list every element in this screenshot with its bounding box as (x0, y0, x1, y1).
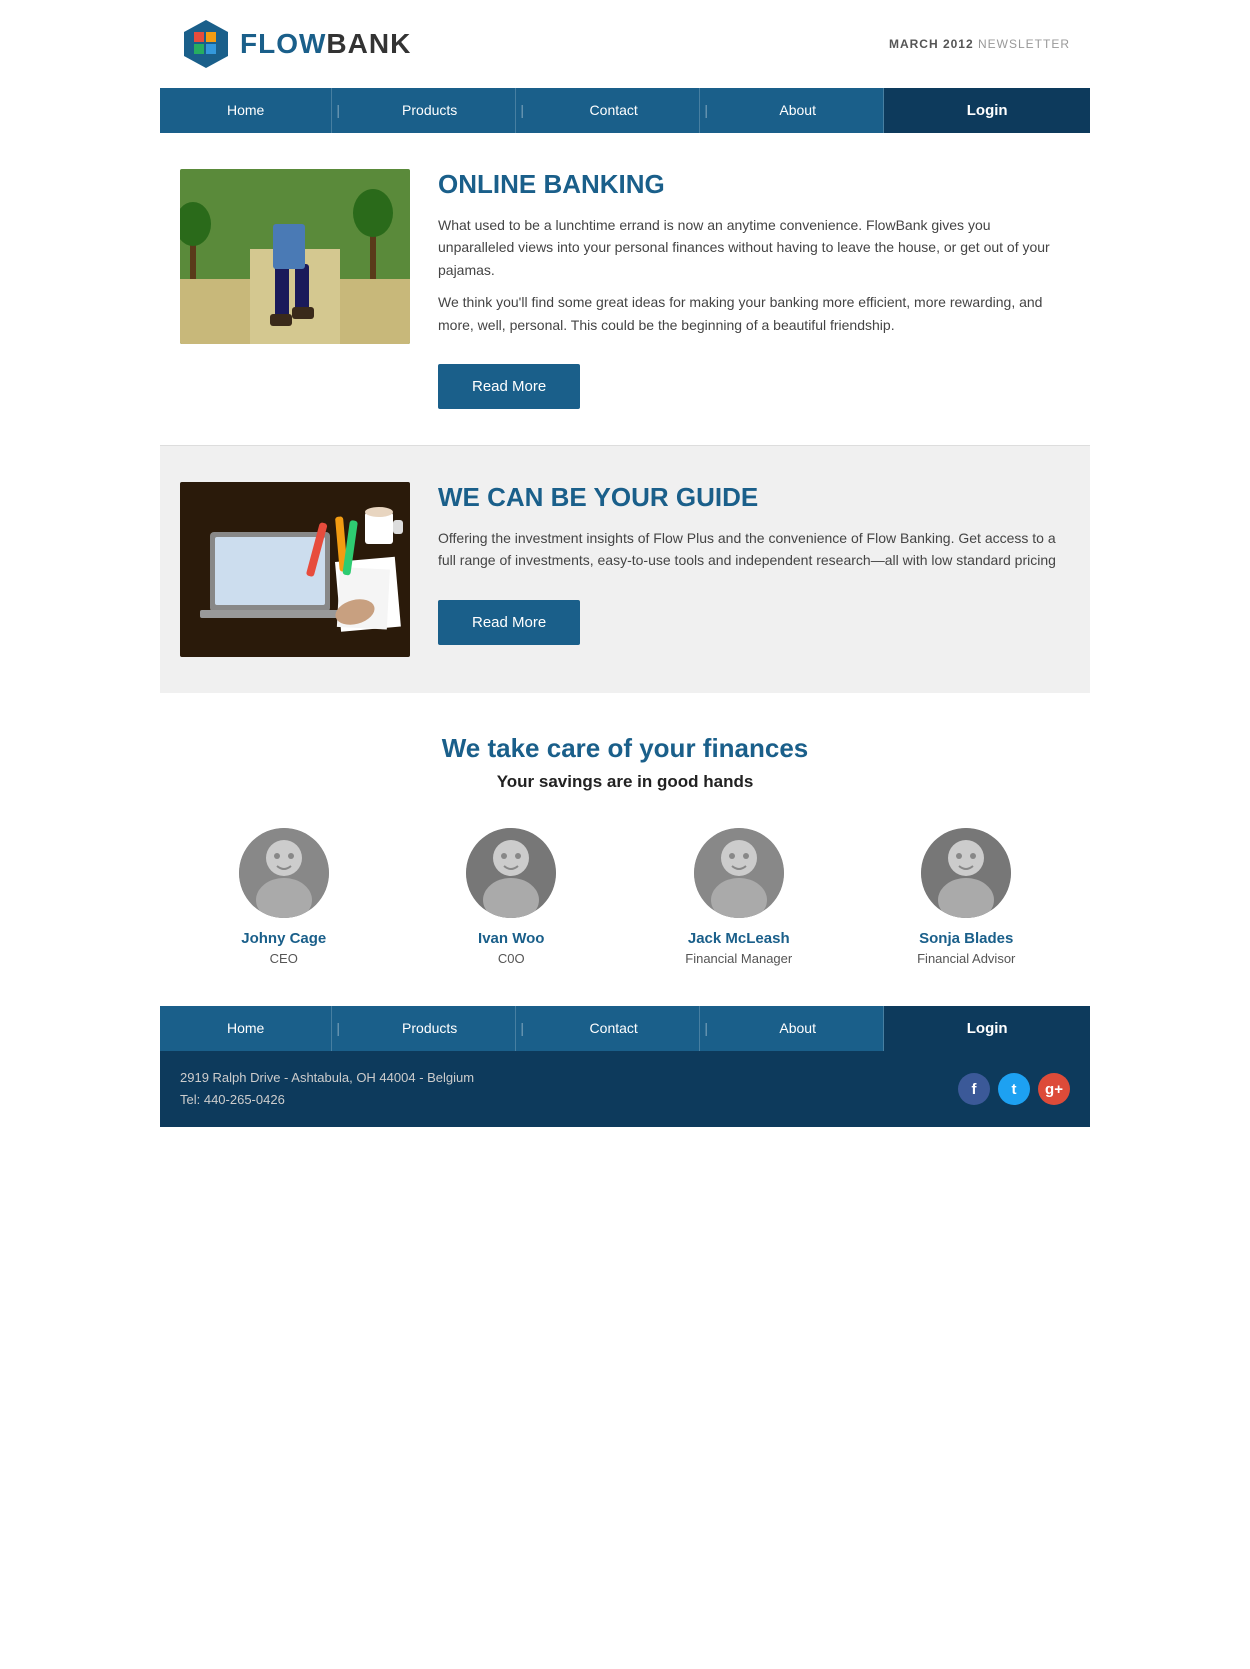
logo-text: FLOWBANK (240, 28, 411, 60)
team-member-1: Ivan Woo C0O (431, 828, 591, 966)
section2-image (180, 482, 410, 657)
footer-address: 2919 Ralph Drive - Ashtabula, OH 44004 -… (180, 1067, 474, 1111)
team-member-0: Johny Cage CEO (204, 828, 364, 966)
footer-bottom: 2919 Ralph Drive - Ashtabula, OH 44004 -… (160, 1051, 1090, 1127)
avatar-2 (694, 828, 784, 918)
member-role-0: CEO (204, 951, 364, 966)
nav-contact[interactable]: Contact (528, 88, 700, 133)
section1-title: ONLINE BANKING (438, 169, 1070, 200)
footer-nav-products[interactable]: Products (344, 1006, 516, 1051)
avatar-1 (466, 828, 556, 918)
team-members: Johny Cage CEO Ivan Woo C0O (180, 828, 1070, 966)
avatar-3 (921, 828, 1011, 918)
section2-title: WE CAN BE YOUR GUIDE (438, 482, 1070, 513)
footer-nav-sep-1: | (332, 1006, 344, 1051)
footer-nav-login[interactable]: Login (884, 1006, 1090, 1051)
section1-read-more[interactable]: Read More (438, 364, 580, 409)
section-guide: WE CAN BE YOUR GUIDE Offering the invest… (160, 446, 1090, 693)
logo-icon (180, 18, 232, 70)
nav-login[interactable]: Login (884, 88, 1090, 133)
page-header: FLOWBANK MARCH 2012 NEWSLETTER (160, 0, 1090, 88)
googleplus-icon[interactable]: g+ (1038, 1073, 1070, 1105)
member-name-0: Johny Cage (204, 930, 364, 947)
footer-nav-contact[interactable]: Contact (528, 1006, 700, 1051)
team-title: We take care of your finances (180, 733, 1070, 764)
twitter-icon[interactable]: t (998, 1073, 1030, 1105)
team-section: We take care of your finances Your savin… (160, 693, 1090, 1006)
nav-products[interactable]: Products (344, 88, 516, 133)
section2-content: WE CAN BE YOUR GUIDE Offering the invest… (438, 482, 1070, 645)
member-role-1: C0O (431, 951, 591, 966)
member-name-3: Sonja Blades (886, 930, 1046, 947)
nav-about[interactable]: About (712, 88, 884, 133)
avatar-0 (239, 828, 329, 918)
nav-sep-1: | (332, 88, 344, 133)
section1-body1: What used to be a lunchtime errand is no… (438, 214, 1070, 281)
top-nav: Home | Products | Contact | About Login (160, 88, 1090, 133)
section2-read-more[interactable]: Read More (438, 600, 580, 645)
nav-sep-3: | (700, 88, 712, 133)
social-icons: f t g+ (958, 1073, 1070, 1105)
member-role-2: Financial Manager (659, 951, 819, 966)
footer-nav-about[interactable]: About (712, 1006, 884, 1051)
footer-nav: Home | Products | Contact | About Login (160, 1006, 1090, 1051)
footer-nav-sep-3: | (700, 1006, 712, 1051)
member-role-3: Financial Advisor (886, 951, 1046, 966)
section-online-banking: ONLINE BANKING What used to be a lunchti… (160, 133, 1090, 445)
facebook-icon[interactable]: f (958, 1073, 990, 1105)
member-name-2: Jack McLeash (659, 930, 819, 947)
footer-nav-home[interactable]: Home (160, 1006, 332, 1051)
nav-sep-2: | (516, 88, 528, 133)
section1-body2: We think you'll find some great ideas fo… (438, 291, 1070, 336)
section1-content: ONLINE BANKING What used to be a lunchti… (438, 169, 1070, 409)
section1-image (180, 169, 410, 344)
newsletter-label: MARCH 2012 NEWSLETTER (889, 37, 1070, 51)
member-name-1: Ivan Woo (431, 930, 591, 947)
nav-home[interactable]: Home (160, 88, 332, 133)
logo: FLOWBANK (180, 18, 411, 70)
team-subtitle: Your savings are in good hands (180, 772, 1070, 792)
footer-nav-sep-2: | (516, 1006, 528, 1051)
team-member-2: Jack McLeash Financial Manager (659, 828, 819, 966)
section2-body: Offering the investment insights of Flow… (438, 527, 1070, 572)
team-member-3: Sonja Blades Financial Advisor (886, 828, 1046, 966)
